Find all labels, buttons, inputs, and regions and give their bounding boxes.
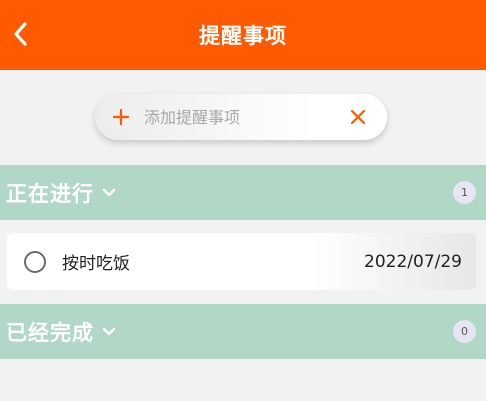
chevron-down-icon — [102, 186, 116, 200]
add-reminder-bar — [95, 94, 387, 140]
count-badge: 1 — [453, 181, 476, 204]
section-header-completed[interactable]: 已经完成 0 — [0, 304, 486, 359]
back-button[interactable] — [8, 22, 32, 46]
chevron-down-icon — [102, 325, 116, 339]
task-name: 按时吃饭 — [62, 254, 130, 274]
list-item[interactable]: 按时吃饭 2022/07/29 — [7, 233, 476, 290]
close-icon — [350, 109, 365, 125]
section-header-in-progress[interactable]: 正在进行 1 — [0, 165, 486, 220]
section-title: 已经完成 — [6, 320, 94, 345]
plus-icon — [112, 109, 129, 125]
chevron-left-icon — [14, 22, 27, 46]
clear-button[interactable] — [346, 105, 369, 129]
add-reminder-input[interactable] — [142, 101, 346, 133]
add-button[interactable] — [109, 105, 132, 129]
top-bar: 提醒事项 — [0, 0, 486, 70]
complete-radio[interactable] — [24, 250, 46, 273]
page-title: 提醒事项 — [199, 24, 287, 48]
section-title: 正在进行 — [6, 181, 94, 206]
task-date: 2022/07/29 — [364, 251, 462, 272]
count-badge: 0 — [453, 320, 476, 343]
